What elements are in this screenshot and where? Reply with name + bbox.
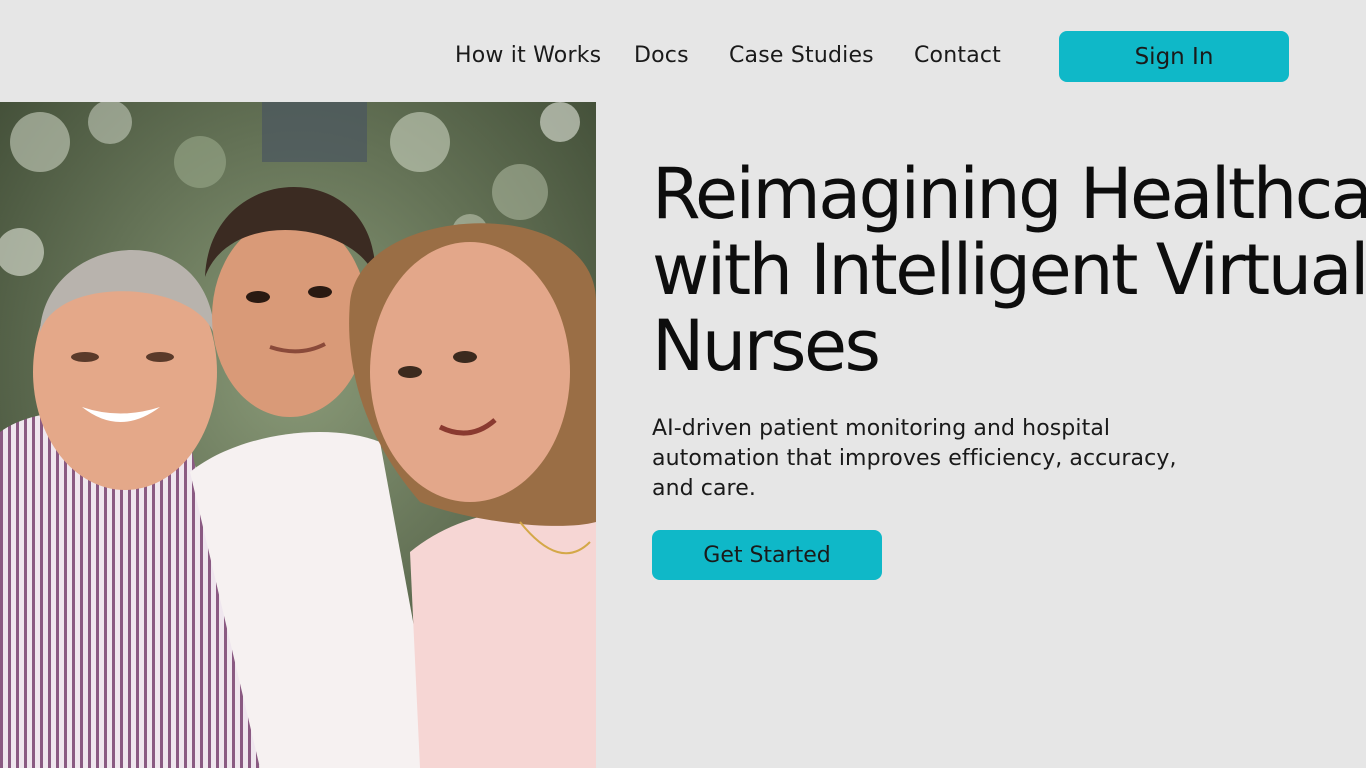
top-navigation: How it Works Docs Case Studies Contact S… <box>0 0 1366 102</box>
headline-line-3: Nurses <box>652 305 881 387</box>
nav-link-contact[interactable]: Contact <box>914 42 1001 70</box>
nav-link-docs[interactable]: Docs <box>634 42 689 70</box>
hero-headline: Reimagining Healthcare with Intelligent … <box>652 153 1366 387</box>
subtext-line-1: AI-driven patient monitoring and hospita… <box>652 416 1111 441</box>
get-started-button[interactable]: Get Started <box>652 530 882 580</box>
headline-line-1: Reimagining Healthcare <box>652 153 1366 235</box>
hero-photo <box>0 102 596 768</box>
headline-line-2: with Intelligent Virtual <box>652 229 1366 311</box>
hero-subtext: AI-driven patient monitoring and hospita… <box>652 414 1212 504</box>
sign-in-button[interactable]: Sign In <box>1059 31 1289 82</box>
subtext-line-2: automation that improves efficiency, acc… <box>652 446 1177 471</box>
landing-page: How it Works Docs Case Studies Contact S… <box>0 0 1366 768</box>
subtext-line-3: and care. <box>652 476 756 501</box>
nav-link-case-studies[interactable]: Case Studies <box>729 42 874 70</box>
nav-link-how-it-works[interactable]: How it Works <box>455 42 601 70</box>
family-photo-illustration <box>0 102 596 768</box>
